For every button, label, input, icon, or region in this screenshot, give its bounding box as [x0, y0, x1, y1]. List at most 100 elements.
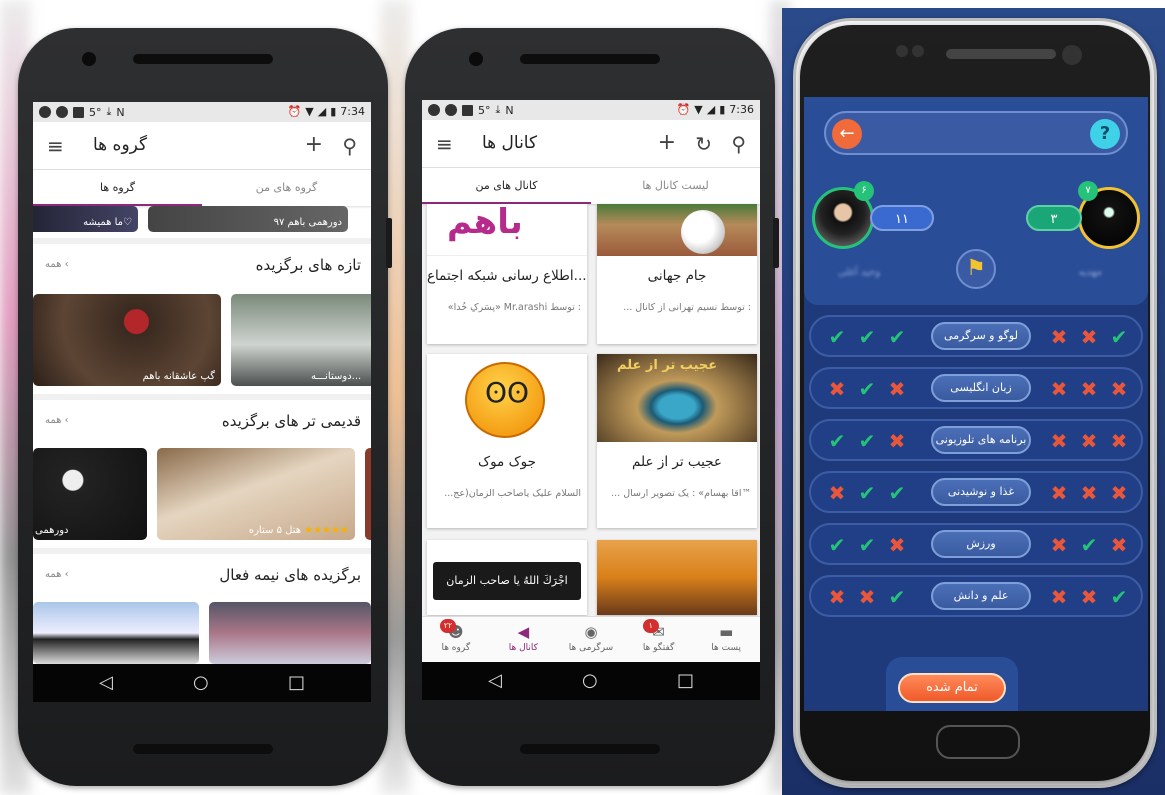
- nav-posts[interactable]: ▬ پست ها: [692, 617, 760, 662]
- emoji-face: ʘʘ: [485, 376, 530, 409]
- cross-icon: ✖: [888, 377, 906, 401]
- screen-quiz: ← ? ۶ ۱۱ وحید آغلی ۷ ۳ مهدیه ⚑ لوگو و سر…: [804, 97, 1148, 711]
- channel-card[interactable]: اجْرَكَ اللهُ يا صاحب الزمان: [427, 540, 587, 615]
- channel-title: جام جهانی: [647, 268, 707, 284]
- channel-card[interactable]: عجیب تر از علم عجیب تر از علم ™آقا بهسام…: [597, 354, 757, 528]
- back-icon[interactable]: ◁: [488, 670, 502, 691]
- posts-icon: ▬: [719, 623, 734, 641]
- channel-image: [597, 540, 757, 615]
- channel-image: باهم: [427, 204, 587, 256]
- category-row: علم و دانش ✖ ✖ ✔ ✖ ✖ ✔: [809, 575, 1143, 617]
- battery-icon: ▮: [330, 105, 337, 118]
- category-label[interactable]: ورزش: [931, 530, 1031, 558]
- refresh-icon[interactable]: ↻: [695, 134, 712, 154]
- back-icon[interactable]: ←: [832, 119, 862, 149]
- player-name-right: مهدیه: [1078, 267, 1102, 278]
- category-row: غذا و نوشیدنی ✖ ✔ ✔ ✖ ✖ ✖: [809, 471, 1143, 513]
- system-nav-bar: ◁ ○ □: [33, 664, 371, 702]
- add-icon[interactable]: +: [305, 134, 323, 156]
- group-card[interactable]: [33, 602, 199, 664]
- cross-icon: ✖: [1080, 481, 1098, 505]
- nav-games[interactable]: ◉ سرگرمی ها: [557, 617, 625, 662]
- section-title: قدیمی تر های برگزیده: [221, 412, 361, 430]
- channel-image-text: عجیب تر از علم: [617, 358, 718, 373]
- battery-icon: ▮: [719, 103, 726, 116]
- group-card[interactable]: دوستانـــه...: [231, 294, 371, 386]
- see-all-link[interactable]: همه ‹: [45, 259, 69, 270]
- cross-icon: ✖: [1050, 325, 1068, 349]
- group-card[interactable]: گپ عاشقانه باهم: [33, 294, 221, 386]
- check-icon: ✔: [858, 481, 876, 505]
- back-icon[interactable]: ◁: [99, 672, 113, 693]
- home-button[interactable]: [936, 725, 1020, 759]
- group-card[interactable]: دورهمی باهم ۹۷: [148, 206, 348, 232]
- nav-chats[interactable]: ۱ ✉ گفتگو ها: [625, 617, 693, 662]
- category-label[interactable]: لوگو و سرگرمی: [931, 322, 1031, 350]
- tab-my-channels[interactable]: کانال های من: [422, 168, 591, 204]
- check-icon: ✔: [858, 533, 876, 557]
- group-caption: هتل ۵ ستاره ★★★★★: [248, 525, 349, 536]
- temperature: 5°: [89, 105, 102, 119]
- help-icon[interactable]: ?: [1090, 119, 1120, 149]
- group-card[interactable]: [209, 602, 371, 664]
- home-icon[interactable]: ○: [193, 672, 209, 693]
- check-icon: ✔: [828, 325, 846, 349]
- menu-icon[interactable]: ≡: [436, 134, 453, 154]
- check-icon: ✔: [858, 325, 876, 349]
- notification-icon: [39, 106, 51, 118]
- finish-button[interactable]: تمام شده: [898, 673, 1006, 703]
- recents-icon[interactable]: □: [677, 670, 694, 691]
- system-nav-bar: ◁ ○ □: [422, 662, 760, 700]
- cross-icon: ✖: [1050, 429, 1068, 453]
- badge: ۲۲: [440, 619, 456, 633]
- check-icon: ✔: [828, 533, 846, 557]
- tab-channel-list[interactable]: لیست کانال ها: [591, 168, 760, 204]
- group-card[interactable]: دورهمی: [33, 448, 147, 540]
- cross-icon: ✖: [828, 377, 846, 401]
- notification-icon: [56, 106, 68, 118]
- group-card[interactable]: هتل ۵ ستاره ★★★★★: [157, 448, 355, 540]
- cross-icon: ✖: [1050, 377, 1068, 401]
- channel-card[interactable]: [597, 540, 757, 615]
- top-bar: [824, 111, 1128, 155]
- channel-card[interactable]: جام جهانی : توسط نسیم تهرانی از کانال ..…: [597, 204, 757, 344]
- nav-channels[interactable]: ◀ کانال ها: [490, 617, 558, 662]
- search-icon[interactable]: ⚲: [342, 136, 357, 156]
- group-card[interactable]: [365, 448, 371, 540]
- see-all-link[interactable]: همه ‹: [45, 415, 69, 426]
- tab-groups[interactable]: گروه ها: [33, 170, 202, 206]
- category-label[interactable]: علم و دانش: [931, 582, 1031, 610]
- page-title: کانال ها: [482, 133, 538, 153]
- nav-groups[interactable]: ۲۲ ☻ گروه ها: [422, 617, 490, 662]
- divider: [33, 238, 371, 244]
- n-icon: N: [505, 103, 514, 117]
- group-card[interactable]: ما همیشه♡: [33, 206, 138, 232]
- home-icon[interactable]: ○: [582, 670, 598, 691]
- channel-card[interactable]: ʘʘ جوک موک السلام علیک یاصاحب الزمان(عج.…: [427, 354, 587, 528]
- wifi-icon: ▼: [694, 103, 703, 116]
- score-left: ۱۱: [870, 205, 934, 231]
- earpiece: [520, 54, 660, 64]
- tab-my-groups[interactable]: گروه های من: [202, 170, 371, 206]
- clock: 7:36: [729, 103, 754, 116]
- section-header: برگزیده های نیمه فعال همه ‹: [33, 564, 371, 590]
- search-icon[interactable]: ⚲: [731, 134, 746, 154]
- flag-icon[interactable]: ⚑: [956, 249, 996, 289]
- cross-icon: ✖: [1080, 585, 1098, 609]
- channel-card[interactable]: باهم اطلاع رسانی شبکه اجتماع... : توسط M…: [427, 204, 587, 344]
- image-icon: [462, 104, 473, 116]
- status-bar: 5° ⤓ N ⏰ ▼ ◢ ▮ 7:34: [33, 102, 371, 122]
- see-all-link[interactable]: همه ‹: [45, 569, 69, 580]
- divider: [33, 394, 371, 400]
- category-label[interactable]: غذا و نوشیدنی: [931, 478, 1031, 506]
- menu-icon[interactable]: ≡: [47, 136, 64, 156]
- category-label[interactable]: زبان انگلیسی: [931, 374, 1031, 402]
- section-header: قدیمی تر های برگزیده همه ‹: [33, 410, 371, 436]
- recents-icon[interactable]: □: [288, 672, 305, 693]
- alarm-icon: ⏰: [676, 103, 691, 116]
- badge: ۱: [642, 619, 659, 633]
- category-label[interactable]: برنامه های تلوزیونی: [931, 426, 1031, 454]
- status-bar: 5° ⤓ N ⏰ ▼ ◢ ▮ 7:36: [422, 100, 760, 120]
- sensor: [912, 45, 924, 57]
- add-icon[interactable]: +: [658, 132, 676, 154]
